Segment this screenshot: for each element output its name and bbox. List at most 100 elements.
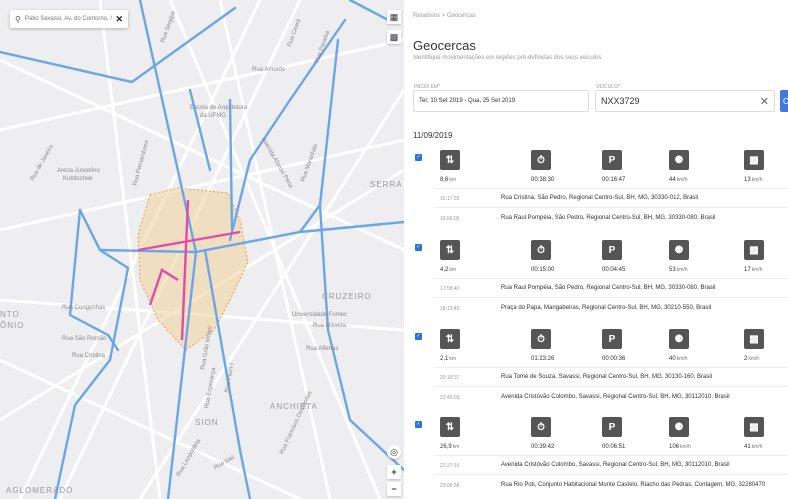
map-label: SERRA (370, 180, 403, 189)
route-icon: ⇅ (440, 417, 460, 437)
trip-start-time: 20:18:37 (440, 375, 460, 381)
breadcrumb[interactable]: Relatórios > Geocercas (413, 13, 476, 19)
divider (434, 386, 788, 387)
bus-icon: ▩ (744, 417, 764, 437)
map-label: ÔNIO (0, 321, 25, 330)
trip-distance: 8,6km (440, 177, 457, 183)
trip-stopped: 00:16:47 (602, 177, 626, 183)
map-view[interactable]: Rua Sergipe Rua Ceará Rua Paraíba Rua Am… (0, 0, 404, 499)
trip-checkbox[interactable]: ✓ (415, 421, 422, 428)
trip-row[interactable]: ✓ ⇅ ⏱ P ⚈ ▩ 4,2km 00:15:00 00:04:45 53km/h 17km/h 1… (404, 240, 788, 324)
parking-icon: P (602, 240, 622, 260)
stopwatch-icon: ⏱ (531, 150, 551, 170)
route-icon: ⇅ (440, 329, 460, 349)
divider (434, 455, 788, 456)
bus-icon: ▩ (744, 150, 764, 170)
trip-start-time: 22:27:16 (440, 463, 460, 469)
trip-checkbox[interactable]: ✓ (415, 154, 422, 161)
trip-duration: 00:38:30 (531, 177, 555, 183)
trip-row[interactable]: ✓ ⇅ ⏱ P ⚈ ▩ 2,1km 01:23:26 00:00:36 40km/h 2km/h 20… (404, 329, 788, 413)
stopwatch-icon: ⏱ (531, 329, 551, 349)
trip-duration: 00:15:00 (531, 267, 555, 273)
divider (434, 367, 788, 368)
vehicle-field[interactable]: NXX3729 ✕ (595, 90, 775, 112)
trip-row[interactable]: ✓ ⇅ ⏱ P ⚈ ▩ 26,9km 00:39:42 00:06:51 106km/h 41km/… (404, 417, 788, 499)
stopwatch-icon: ⏱ (531, 240, 551, 260)
trip-end-time: 18:13:40 (440, 306, 460, 312)
trip-start-address: Rua Tomé de Souza, Savassi, Regional Cen… (501, 374, 712, 380)
parking-icon: P (602, 150, 622, 170)
trip-end-address: Avenida Cristóvão Colombo, Savassi, Regi… (501, 394, 730, 400)
parking-icon: P (602, 417, 622, 437)
trip-end-time: 16:56:05 (440, 216, 460, 222)
trip-checkbox[interactable]: ✓ (415, 333, 422, 340)
map-label: Arena Juscelino (57, 168, 100, 174)
period-value: Ter, 10 Set 2019 - Qua, 25 Set 2019 (419, 98, 516, 104)
zoom-out-button[interactable]: − (387, 482, 401, 496)
bus-icon: ▩ (744, 240, 764, 260)
map-label: Rua Amorós (252, 67, 286, 73)
divider (434, 188, 788, 189)
page-title: Geocercas (413, 38, 476, 53)
page-subtitle: Identifique movimentações em regiões pré… (413, 55, 602, 61)
clear-vehicle-icon[interactable]: ✕ (760, 95, 769, 108)
map-label: SION (195, 418, 219, 427)
parking-icon: P (602, 329, 622, 349)
trip-distance: 26,9km (440, 444, 460, 450)
vehicle-value: NXX3729 (601, 96, 640, 106)
trip-duration: 01:23:26 (531, 356, 555, 362)
trip-max-speed: 106km/h (669, 444, 691, 450)
map-label: Escola de Arquitetura (190, 105, 248, 111)
map-label: Kubitschek (63, 176, 93, 182)
trip-avg-speed: 41km/h (744, 444, 763, 450)
trip-stopped: 00:06:51 (602, 444, 626, 450)
trip-max-speed: 40km/h (669, 356, 688, 362)
search-icon: ⚲ (15, 14, 21, 24)
trip-distance: 4,2km (440, 267, 457, 273)
map-label: Rua Cristina (72, 353, 106, 359)
divider (434, 297, 788, 298)
trip-avg-speed: 2km/h (744, 356, 760, 362)
trip-duration: 00:39:42 (531, 444, 555, 450)
locate-icon[interactable]: ◎ (387, 445, 401, 459)
route-icon: ⇅ (440, 150, 460, 170)
map-label: CRUZEIRO (322, 292, 372, 301)
stopwatch-icon: ⏱ (531, 417, 551, 437)
trip-start-address: Rua Raul Pompéia, São Pedro, Regional Ce… (501, 285, 716, 291)
map-search-box[interactable]: ⚲ Pátio Savassi, Av. do Contorno, / ✕ (10, 10, 128, 28)
layers-icon[interactable]: ▦ (387, 10, 401, 24)
clear-search-icon[interactable]: ✕ (115, 14, 123, 25)
map-search-text: Pátio Savassi, Av. do Contorno, / (24, 16, 113, 22)
speedometer-icon: ⚈ (669, 240, 689, 260)
map-label: NTO (0, 310, 20, 319)
divider (434, 278, 788, 279)
trip-end-time: 21:42:03 (440, 395, 460, 401)
route-icon: ⇅ (440, 240, 460, 260)
map-label: AGLOMERADO (6, 486, 74, 495)
trip-row[interactable]: ✓ ⇅ ⏱ P ⚈ ▩ 8,6km 00:38:30 00:16:47 44km/h 13km/h 1… (404, 150, 788, 234)
zoom-in-button[interactable]: + (387, 465, 401, 479)
trip-checkbox[interactable]: ✓ (415, 244, 422, 251)
map-label: ANCHIETA (270, 402, 318, 411)
map-label: da UFMG (200, 113, 227, 119)
trip-start-address: Rua Cristina, São Pedro, Regional Centro… (501, 195, 699, 201)
search-button[interactable]: C (780, 90, 788, 112)
speedometer-icon: ⚈ (669, 417, 689, 437)
trip-start-address: Avenida Cristóvão Colombo, Savassi, Regi… (501, 462, 730, 468)
date-header: 11/09/2019 (413, 131, 453, 140)
period-field[interactable]: Ter, 10 Set 2019 - Qua, 25 Set 2019 (413, 90, 589, 112)
bus-icon: ▩ (744, 329, 764, 349)
trip-distance: 2,1km (440, 356, 457, 362)
speedometer-icon: ⚈ (669, 329, 689, 349)
trip-start-time: 16:17:35 (440, 196, 460, 202)
map-label: Rua Alfenas (306, 346, 339, 352)
trip-avg-speed: 17km/h (744, 267, 763, 273)
trip-max-speed: 53km/h (669, 267, 688, 273)
map-label: Universidade Fumec (292, 312, 348, 318)
report-panel: Relatórios > Geocercas Geocercas Identif… (404, 0, 788, 499)
trip-end-address: Rua Rio Poti, Conjunto Habitacional Mont… (501, 482, 766, 488)
trip-start-time: 17:58:40 (440, 286, 460, 292)
divider (434, 474, 788, 475)
trip-stopped: 00:00:36 (602, 356, 626, 362)
trash-icon[interactable]: ▩ (387, 30, 401, 44)
